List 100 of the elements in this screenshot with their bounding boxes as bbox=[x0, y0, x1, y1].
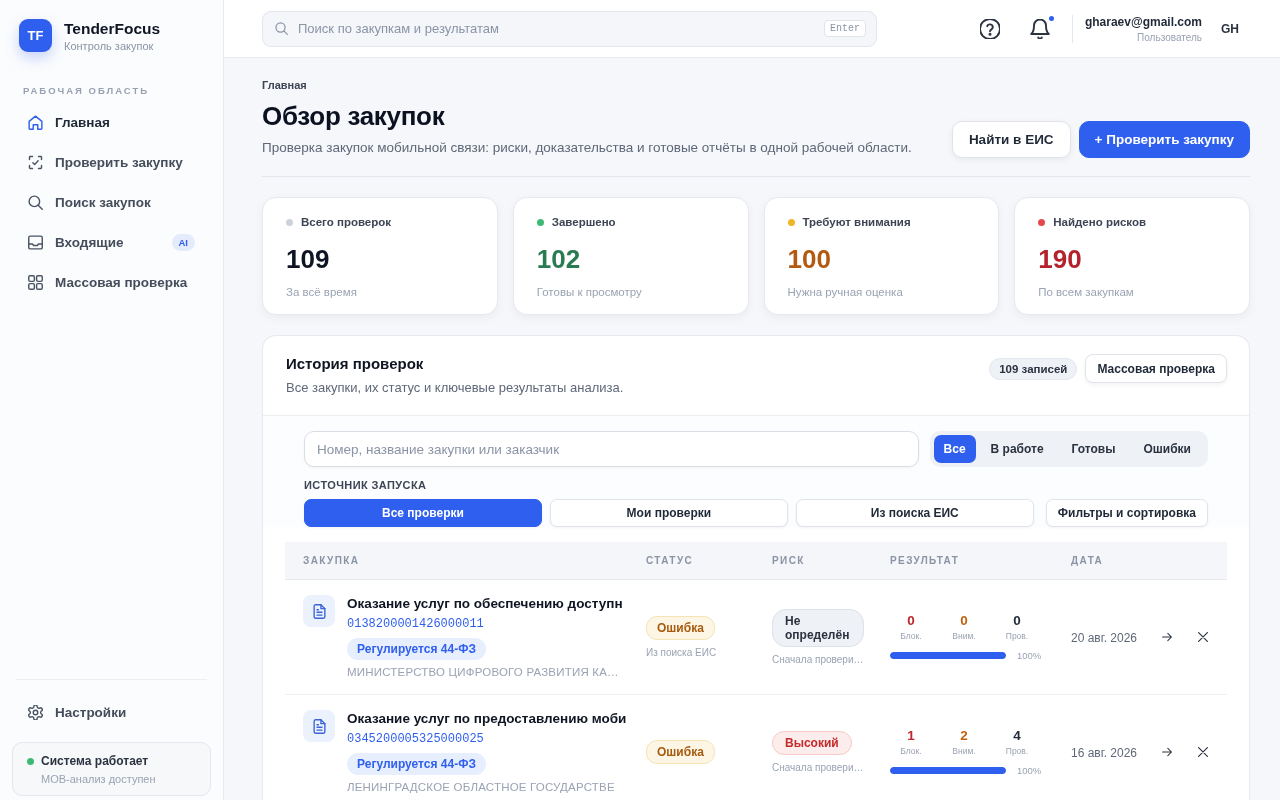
nav-item[interactable]: Главная bbox=[12, 102, 211, 142]
status-tab[interactable]: Ошибки bbox=[1130, 435, 1204, 463]
stat-label: Требуют внимания bbox=[802, 216, 911, 228]
counter-label: Блок. bbox=[900, 746, 922, 756]
risk-badge: Не определён bbox=[772, 609, 864, 647]
progress-reading: 100% bbox=[1017, 765, 1042, 776]
page-title: Обзор закупок bbox=[262, 100, 445, 132]
search-icon bbox=[28, 194, 43, 210]
stat-label: Найдено рисков bbox=[1053, 216, 1147, 228]
purchase-number: 0345200005325000025 bbox=[347, 731, 484, 747]
column-header: ЗАКУПКА bbox=[303, 555, 360, 566]
inbox-icon bbox=[28, 234, 43, 250]
counter-label: Вним. bbox=[952, 631, 976, 641]
stat-value: 190 bbox=[1038, 244, 1082, 274]
column-header: СТАТУС bbox=[646, 555, 694, 566]
column-header: РИСК bbox=[772, 555, 805, 566]
status-detail: MOB-анализ доступен bbox=[41, 773, 156, 785]
arrow-right-icon bbox=[1162, 747, 1172, 757]
stat-value: 102 bbox=[536, 244, 581, 274]
regulation-badge: Регулируется 44-ФЗ bbox=[347, 753, 486, 775]
status-tab[interactable]: Все bbox=[933, 435, 976, 463]
check-purchase-button[interactable]: + Проверить закупку bbox=[1078, 121, 1250, 158]
column-header: РЕЗУЛЬТАТ bbox=[890, 555, 960, 566]
source-tab[interactable]: Все проверки bbox=[304, 499, 542, 527]
counter-value: 2 bbox=[960, 728, 968, 744]
customer-name: МИНИСТЕРСТВО ЦИФРОВОГО РАЗВИТИЯ КА… bbox=[347, 665, 619, 679]
progress-reading: 100% bbox=[1017, 650, 1042, 661]
purchase-title[interactable]: Оказание услуг по предоставлению моби bbox=[347, 710, 627, 728]
panel-subtitle: Все закупки, их статус и ключевые результаты анализа. bbox=[286, 380, 624, 395]
search-input[interactable]: Поиск по закупкам и результатам bbox=[298, 15, 814, 42]
counter-value: 0 bbox=[1013, 613, 1021, 629]
user-role: Пользователь bbox=[1137, 31, 1202, 43]
settings-icon bbox=[28, 704, 43, 720]
settings-item[interactable]: Настройки bbox=[12, 692, 211, 732]
status-tab[interactable]: В работе bbox=[977, 435, 1057, 463]
brand-tagline: Контроль закупок bbox=[64, 39, 154, 52]
source-tab[interactable]: Мои проверки bbox=[549, 499, 788, 527]
nav-item[interactable]: Поиск закупок bbox=[12, 182, 211, 222]
risk-note: Сначала провери… bbox=[772, 762, 864, 773]
logo-mark: TF bbox=[19, 19, 52, 52]
breadcrumb[interactable]: Главная bbox=[262, 78, 307, 92]
status-tab[interactable]: Готовы bbox=[1058, 435, 1129, 463]
ai-badge: AI bbox=[171, 233, 195, 251]
counter-value: 4 bbox=[1013, 728, 1021, 744]
nav-item[interactable]: Входящие AI bbox=[12, 222, 211, 262]
counter-label: Блок. bbox=[900, 631, 922, 641]
purchase-number: 0138200001426000011 bbox=[347, 616, 484, 632]
counter-value: 0 bbox=[960, 613, 968, 629]
filters-button[interactable]: Фильтры и сортировка bbox=[1045, 499, 1208, 527]
counter-label: Пров. bbox=[1005, 746, 1029, 756]
arrow-right-icon bbox=[1162, 632, 1172, 642]
close-icon bbox=[1198, 747, 1208, 757]
customer-name: ЛЕНИНГРАДСКОЕ ОБЛАСТНОЕ ГОСУДАРСТВЕ bbox=[347, 780, 615, 794]
nav-item[interactable]: Массовая проверка bbox=[12, 262, 211, 302]
stat-label: Завершено bbox=[551, 216, 616, 228]
scan-check-icon bbox=[28, 154, 43, 170]
source-tab[interactable]: Из поиска ЕИС bbox=[795, 499, 1034, 527]
document-icon bbox=[303, 710, 335, 742]
status-title: Система работает bbox=[41, 754, 149, 768]
bell-icon[interactable] bbox=[1029, 18, 1050, 39]
stat-caption: За всё время bbox=[286, 286, 357, 298]
search-icon bbox=[275, 22, 288, 35]
stat-caption: По всем закупкам bbox=[1038, 286, 1134, 298]
risk-note: Сначала провери… bbox=[772, 654, 864, 665]
check-date: 16 авг. 2026 bbox=[1071, 746, 1137, 760]
page-subtitle: Проверка закупок мобильной связи: риски, доказательства и готовые отчёты в одной рабочей области. bbox=[262, 139, 912, 157]
stat-caption: Готовы к просмотру bbox=[536, 286, 642, 298]
status-badge: Ошибка bbox=[646, 616, 715, 640]
check-date: 20 авг. 2026 bbox=[1071, 631, 1137, 645]
record-count: 109 записей bbox=[989, 357, 1078, 380]
stat-value: 100 bbox=[787, 244, 831, 274]
stat-caption: Нужна ручная оценка bbox=[787, 286, 903, 298]
stat-value: 109 bbox=[286, 244, 330, 274]
user-email: gharaev@gmail.com bbox=[1084, 14, 1202, 29]
section-label: РАБОЧАЯ ОБЛАСТЬ bbox=[23, 85, 150, 96]
document-icon bbox=[303, 595, 335, 627]
regulation-badge: Регулируется 44-ФЗ bbox=[347, 638, 486, 660]
column-header: ДАТА bbox=[1071, 555, 1104, 566]
close-icon bbox=[1198, 632, 1208, 642]
counter-value: 0 bbox=[907, 613, 915, 629]
risk-badge: Высокий bbox=[772, 731, 852, 755]
counter-value: 1 bbox=[907, 728, 915, 744]
brand-name: TenderFocus bbox=[64, 19, 161, 38]
avatar-initials[interactable]: GH bbox=[1221, 21, 1239, 36]
bulk-check-button[interactable]: Массовая проверка bbox=[1085, 354, 1227, 383]
status-source: Из поиска ЕИС bbox=[646, 647, 717, 658]
filter-search-input[interactable]: Номер, название закупки или заказчик bbox=[304, 431, 919, 467]
shortcut-key: Enter bbox=[824, 20, 866, 37]
help-icon[interactable] bbox=[979, 18, 1000, 39]
source-label: ИСТОЧНИК ЗАПУСКА bbox=[304, 478, 427, 492]
purchase-title[interactable]: Оказание услуг по обеспечению доступн bbox=[347, 595, 623, 613]
counter-label: Пров. bbox=[1005, 631, 1029, 641]
counter-label: Вним. bbox=[952, 746, 976, 756]
grid-icon bbox=[28, 274, 43, 290]
home-icon bbox=[28, 114, 43, 130]
status-badge: Ошибка bbox=[646, 740, 715, 764]
stat-label: Всего проверок bbox=[301, 216, 392, 228]
find-button[interactable]: Найти в ЕИС bbox=[951, 121, 1071, 158]
panel-title: История проверок bbox=[286, 354, 424, 374]
nav-item[interactable]: Проверить закупку bbox=[12, 142, 211, 182]
